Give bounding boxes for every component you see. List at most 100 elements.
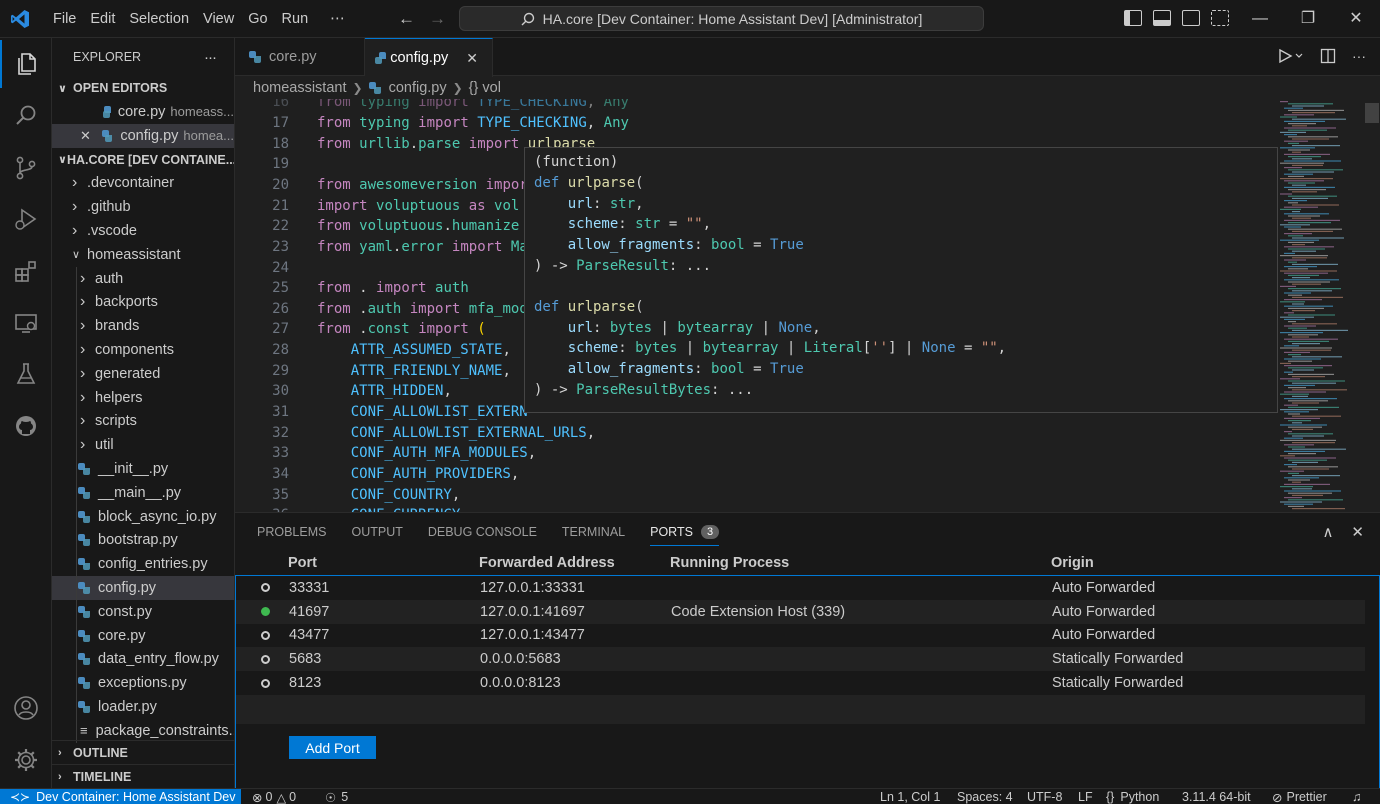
tab-debug-console[interactable]: DEBUG CONSOLE [428,525,537,539]
tab-core-py[interactable]: core.py [235,38,365,76]
forwarded-ports-status[interactable]: ☉ 5 [325,789,348,804]
tree-item[interactable]: › .vscode [52,219,234,243]
python-interpreter[interactable]: 3.11.4 64-bit [1182,789,1251,804]
port-row[interactable]: 33331 127.0.0.1:33331 Auto Forwarded [236,576,1367,600]
column-port[interactable]: Port [288,555,317,571]
run-python-icon[interactable] [1278,48,1304,64]
menu-view[interactable]: View [196,11,241,27]
toggle-primary-sidebar-icon[interactable] [1124,10,1142,26]
open-editor-config[interactable]: ✕ config.py homea... [52,123,234,148]
editor-more-icon[interactable]: ··· [1352,48,1366,64]
tree-item[interactable]: const.py [52,599,234,624]
run-and-debug-icon[interactable] [0,195,52,243]
tree-item[interactable]: › .github [52,195,234,219]
tree-item[interactable]: __init__.py [52,457,234,481]
tree-item[interactable]: __main__.py [52,480,234,505]
extensions-icon[interactable] [0,247,52,295]
tree-item[interactable]: config.py [52,576,234,600]
toggle-secondary-sidebar-icon[interactable] [1182,10,1200,26]
breadcrumb-folder[interactable]: homeassistant [253,80,347,96]
tab-output[interactable]: OUTPUT [351,525,402,539]
close-tab-icon[interactable]: ✕ [466,50,478,67]
workspace-section[interactable]: ∨ HA.CORE [DEV CONTAINE... [52,148,234,172]
tree-item[interactable]: loader.py [52,695,234,719]
tree-item[interactable]: › auth [52,266,234,291]
tree-item[interactable]: bootstrap.py [52,528,234,553]
explorer-icon[interactable] [0,40,52,88]
problems-status[interactable]: ⊗ 0 △ 0 [252,789,296,804]
port-row[interactable]: 43477 127.0.0.1:43477 Auto Forwarded [236,624,1367,648]
remote-explorer-icon[interactable] [0,299,52,347]
port-row[interactable]: 5683 0.0.0.0:5683 Statically Forwarded [236,647,1367,672]
port-address[interactable]: 127.0.0.1:33331 [480,580,585,596]
tree-item[interactable]: › backports [52,290,234,315]
minimize-icon[interactable]: — [1236,0,1284,38]
port-address[interactable]: 127.0.0.1:41697 [480,604,585,620]
tree-item[interactable]: block_async_io.py [52,504,234,529]
port-row[interactable]: 41697 127.0.0.1:41697 Code Extension Host … [236,599,1367,624]
outline-section[interactable]: › OUTLINE [52,740,234,764]
tab-problems[interactable]: PROBLEMS [257,525,326,539]
menu-more[interactable]: ⋯ [323,11,352,27]
menu-run[interactable]: Run [275,11,316,27]
tree-item[interactable]: › scripts [52,409,234,434]
source-control-icon[interactable] [0,144,52,192]
tree-item[interactable]: › util [52,433,234,458]
ports-scrollbar[interactable] [1365,576,1379,788]
menu-file[interactable]: File [46,11,83,27]
end-of-line[interactable]: LF [1078,789,1093,804]
menu-go[interactable]: Go [241,11,274,27]
tree-item[interactable]: data_entry_flow.py [52,647,234,672]
menu-edit[interactable]: Edit [83,11,122,27]
open-editors-section[interactable]: ∨ OPEN EDITORS [52,76,234,100]
tab-config-py[interactable]: config.py ✕ [365,38,493,77]
tree-item[interactable]: › generated [52,361,234,386]
indentation[interactable]: Spaces: 4 [957,789,1013,804]
close-panel-icon[interactable]: ✕ [1351,523,1364,541]
column-origin[interactable]: Origin [1051,555,1094,571]
back-arrow-icon[interactable]: ← [398,9,415,29]
column-process[interactable]: Running Process [670,555,789,571]
forward-arrow-icon[interactable]: → [429,9,446,29]
minimap[interactable] [1280,99,1350,512]
github-icon[interactable] [0,402,52,450]
tree-item[interactable]: › .devcontainer [52,172,234,196]
cursor-position[interactable]: Ln 1, Col 1 [880,789,940,804]
breadcrumb-symbol[interactable]: {} vol [469,80,501,96]
remote-indicator[interactable]: ≺≻ Dev Container: Home Assistant Dev [0,789,241,804]
language-mode[interactable]: {} Python [1106,789,1159,804]
port-address[interactable]: 0.0.0.0:8123 [480,675,561,691]
tab-ports[interactable]: PORTS 3 [650,525,720,546]
breadcrumb-file[interactable]: config.py [389,80,447,96]
add-port-button[interactable]: Add Port [289,736,376,759]
port-row[interactable]: 8123 0.0.0.0:8123 Statically Forwarded [236,671,1367,695]
close-window-icon[interactable]: ✕ [1332,0,1380,38]
split-editor-icon[interactable] [1320,48,1336,64]
column-address[interactable]: Forwarded Address [479,555,615,571]
editor-scrollbar[interactable] [1365,103,1379,123]
customize-layout-icon[interactable] [1211,10,1229,26]
tree-item[interactable]: › components [52,338,234,362]
tree-item[interactable]: › brands [52,314,234,339]
menu-selection[interactable]: Selection [122,11,196,27]
command-center[interactable]: HA.core [Dev Container: Home Assistant D… [459,6,984,31]
manage-gear-icon[interactable] [0,736,52,784]
port-address[interactable]: 0.0.0.0:5683 [480,651,561,667]
close-editor-icon[interactable]: ✕ [80,128,102,144]
toggle-panel-icon[interactable] [1153,10,1171,26]
restore-icon[interactable]: ❐ [1284,0,1332,38]
tree-item[interactable]: › helpers [52,385,234,410]
vscode-logo-icon[interactable] [10,9,30,29]
timeline-section[interactable]: › TIMELINE [52,764,234,788]
notifications-bell-icon[interactable]: ♫ [1352,789,1361,804]
encoding[interactable]: UTF-8 [1027,789,1062,804]
tree-item[interactable]: ∨ homeassistant [52,243,234,267]
prettier-status[interactable]: ⊘ Prettier [1272,789,1327,804]
tree-item[interactable]: config_entries.py [52,552,234,577]
accounts-icon[interactable] [0,684,52,732]
testing-icon[interactable] [0,350,52,398]
maximize-panel-icon[interactable]: ∧ [1322,523,1333,541]
tree-item[interactable]: core.py [52,623,234,648]
search-icon[interactable] [0,92,52,140]
port-address[interactable]: 127.0.0.1:43477 [480,627,585,643]
